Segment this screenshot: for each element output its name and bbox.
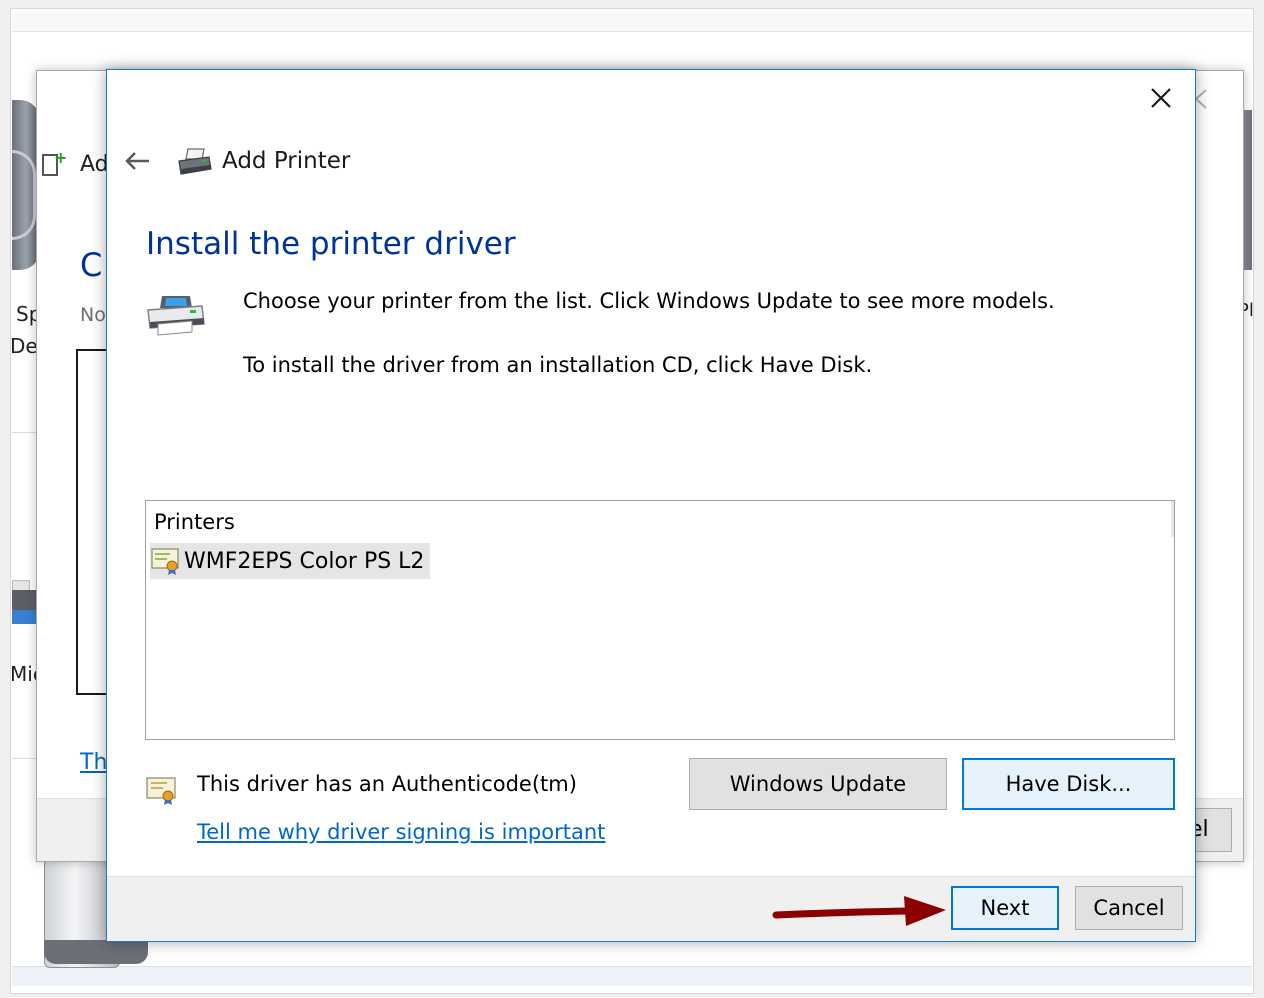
add-device-icon: + (42, 150, 68, 180)
background-device-label: De (10, 334, 38, 358)
background-top-band (12, 12, 1252, 32)
background-wizard-list (76, 349, 108, 695)
description-line-2: To install the driver from an installati… (243, 353, 873, 377)
certificate-icon (146, 777, 176, 805)
background-wizard-heading: C (80, 246, 103, 284)
background-device-rim (12, 150, 36, 240)
back-arrow-icon (125, 152, 149, 170)
list-scroll-edge (1171, 501, 1174, 537)
window-title: Add Printer (222, 148, 351, 174)
printer-icon (178, 148, 212, 175)
description-line-1: Choose your printer from the list. Click… (243, 289, 1055, 313)
list-header: Printers (154, 510, 235, 534)
next-button[interactable]: Next (951, 886, 1059, 930)
list-item[interactable]: WMF2EPS Color PS L2 (150, 543, 431, 579)
background-bottom-band (12, 966, 1252, 986)
driver-signing-link[interactable]: Tell me why driver signing is important (197, 820, 605, 844)
close-icon (1151, 88, 1171, 108)
background-wizard-link[interactable]: Th (80, 750, 107, 775)
background-computer-base (44, 940, 148, 964)
driver-signing-status: This driver has an Authenticode(tm) (197, 772, 577, 796)
back-button[interactable] (120, 144, 154, 178)
windows-update-button[interactable]: Windows Update (689, 758, 947, 810)
printer-icon (147, 296, 205, 336)
close-button[interactable] (1138, 78, 1184, 118)
have-disk-button[interactable]: Have Disk... (962, 758, 1175, 810)
printers-list[interactable]: Printers WMF2EPS Color PS L2 (145, 500, 1175, 740)
certificate-icon (151, 548, 179, 575)
annotation-arrow-icon (772, 896, 946, 926)
list-item-label: WMF2EPS Color PS L2 (184, 548, 425, 574)
background-wizard-title: Ad (80, 152, 109, 177)
page-heading: Install the printer driver (146, 226, 516, 262)
cancel-button[interactable]: Cancel (1075, 886, 1183, 930)
background-wizard-subtext: No (80, 304, 106, 326)
